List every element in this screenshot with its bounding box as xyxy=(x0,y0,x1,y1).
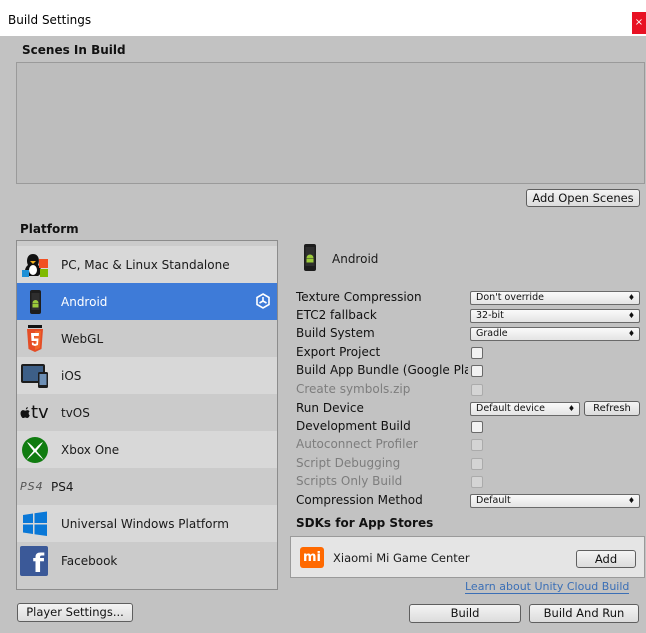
unity-logo-icon xyxy=(256,293,270,309)
android-icon xyxy=(30,290,41,314)
scenes-heading: Scenes In Build xyxy=(22,43,126,57)
dropdown-arrow-icon: ♦ xyxy=(627,311,635,320)
build-app-bundle-label: Build App Bundle (Google Play) xyxy=(296,363,468,377)
platform-item-pc[interactable]: PC, Mac & Linux Standalone xyxy=(17,246,277,283)
sdks-heading: SDKs for App Stores xyxy=(296,516,434,530)
platform-label: Android xyxy=(61,295,108,309)
platform-label: PC, Mac & Linux Standalone xyxy=(61,258,230,272)
script-debugging-label: Script Debugging xyxy=(296,456,401,470)
build-app-bundle-checkbox[interactable] xyxy=(471,365,483,377)
dropdown-arrow-icon: ♦ xyxy=(627,496,635,505)
etc2-fallback-value: 32-bit xyxy=(476,310,504,321)
platform-label: Xbox One xyxy=(61,443,120,457)
add-open-scenes-button[interactable]: Add Open Scenes xyxy=(526,189,640,207)
platform-heading: Platform xyxy=(20,222,79,236)
scripts-only-build-checkbox xyxy=(471,476,483,488)
platform-item-android[interactable]: Android xyxy=(17,283,277,320)
create-symbols-checkbox xyxy=(471,384,483,396)
player-settings-button[interactable]: Player Settings... xyxy=(17,603,133,622)
close-icon: × xyxy=(634,17,644,28)
platform-label: Universal Windows Platform xyxy=(61,517,229,531)
window-title: Build Settings xyxy=(8,13,92,27)
platform-item-uwp[interactable]: Universal Windows Platform xyxy=(17,505,277,542)
xiaomi-logo-text: mi xyxy=(302,550,321,565)
run-device-label: Run Device xyxy=(296,401,364,415)
ps4-logo-text: PS4 xyxy=(20,480,44,493)
scenes-list[interactable] xyxy=(16,62,645,184)
platform-item-webgl[interactable]: WebGL xyxy=(17,320,277,357)
dropdown-arrow-icon: ♦ xyxy=(567,404,575,413)
development-build-checkbox[interactable] xyxy=(471,421,483,433)
appletv-icon: tv xyxy=(20,398,50,428)
ps4-icon: PS4 xyxy=(20,472,44,502)
facebook-icon: f xyxy=(20,546,48,576)
export-project-label: Export Project xyxy=(296,345,381,359)
xiaomi-label: Xiaomi Mi Game Center xyxy=(333,551,470,565)
xbox-icon xyxy=(22,437,48,463)
build-system-value: Gradle xyxy=(476,328,508,339)
platform-item-ps4[interactable]: PS4 PS4 xyxy=(17,468,277,505)
platform-label: iOS xyxy=(61,369,82,383)
platform-item-ios[interactable]: iOS xyxy=(17,357,277,394)
platform-label: tvOS xyxy=(61,406,90,420)
export-project-checkbox[interactable] xyxy=(471,347,483,359)
compression-method-label: Compression Method xyxy=(296,493,423,507)
autoconnect-profiler-label: Autoconnect Profiler xyxy=(296,437,418,451)
etc2-fallback-label: ETC2 fallback xyxy=(296,308,377,322)
android-device-icon xyxy=(304,244,316,271)
build-system-dropdown[interactable]: Gradle ♦ xyxy=(470,327,640,341)
etc2-fallback-dropdown[interactable]: 32-bit ♦ xyxy=(470,309,640,323)
autoconnect-profiler-checkbox xyxy=(471,439,483,451)
platform-label: WebGL xyxy=(61,332,104,346)
windows-icon xyxy=(23,511,47,536)
dropdown-arrow-icon: ♦ xyxy=(627,293,635,302)
development-build-label: Development Build xyxy=(296,419,411,433)
texture-compression-value: Don't override xyxy=(476,292,544,303)
add-sdk-button[interactable]: Add xyxy=(576,550,636,568)
title-bar: Build Settings × xyxy=(0,0,646,36)
run-device-value: Default device xyxy=(476,403,545,414)
selected-platform-title: Android xyxy=(332,252,379,266)
compression-method-value: Default xyxy=(476,495,511,506)
unity-cloud-build-link[interactable]: Learn about Unity Cloud Build xyxy=(465,580,630,594)
build-and-run-button[interactable]: Build And Run xyxy=(529,604,639,623)
create-symbols-label: Create symbols.zip xyxy=(296,382,411,396)
html5-icon xyxy=(27,325,43,352)
run-device-dropdown[interactable]: Default device ♦ xyxy=(470,402,580,416)
texture-compression-dropdown[interactable]: Don't override ♦ xyxy=(470,291,640,305)
dropdown-arrow-icon: ♦ xyxy=(627,329,635,338)
pc-mac-linux-icon xyxy=(22,254,48,277)
xiaomi-logo-icon: mi xyxy=(300,547,324,568)
xiaomi-sdk-row: mi Xiaomi Mi Game Center Add xyxy=(290,536,645,578)
refresh-button[interactable]: Refresh xyxy=(584,401,640,416)
platform-item-tvos[interactable]: tv tvOS xyxy=(17,394,277,431)
platform-label: PS4 xyxy=(51,480,74,494)
platform-list: PC, Mac & Linux Standalone Android WebGL xyxy=(16,240,278,590)
ios-device-icon xyxy=(21,364,48,388)
build-button[interactable]: Build xyxy=(409,604,521,623)
apple-icon xyxy=(20,407,30,418)
facebook-f: f xyxy=(32,549,44,576)
platform-item-facebook[interactable]: f Facebook xyxy=(17,542,277,579)
script-debugging-checkbox xyxy=(471,458,483,470)
appletv-text: tv xyxy=(31,402,49,423)
texture-compression-label: Texture Compression xyxy=(296,290,422,304)
scripts-only-build-label: Scripts Only Build xyxy=(296,474,403,488)
build-system-label: Build System xyxy=(296,326,375,340)
compression-method-dropdown[interactable]: Default ♦ xyxy=(470,494,640,508)
close-button[interactable]: × xyxy=(632,12,646,34)
platform-label: Facebook xyxy=(61,554,118,568)
platform-item-xbox[interactable]: Xbox One xyxy=(17,431,277,468)
